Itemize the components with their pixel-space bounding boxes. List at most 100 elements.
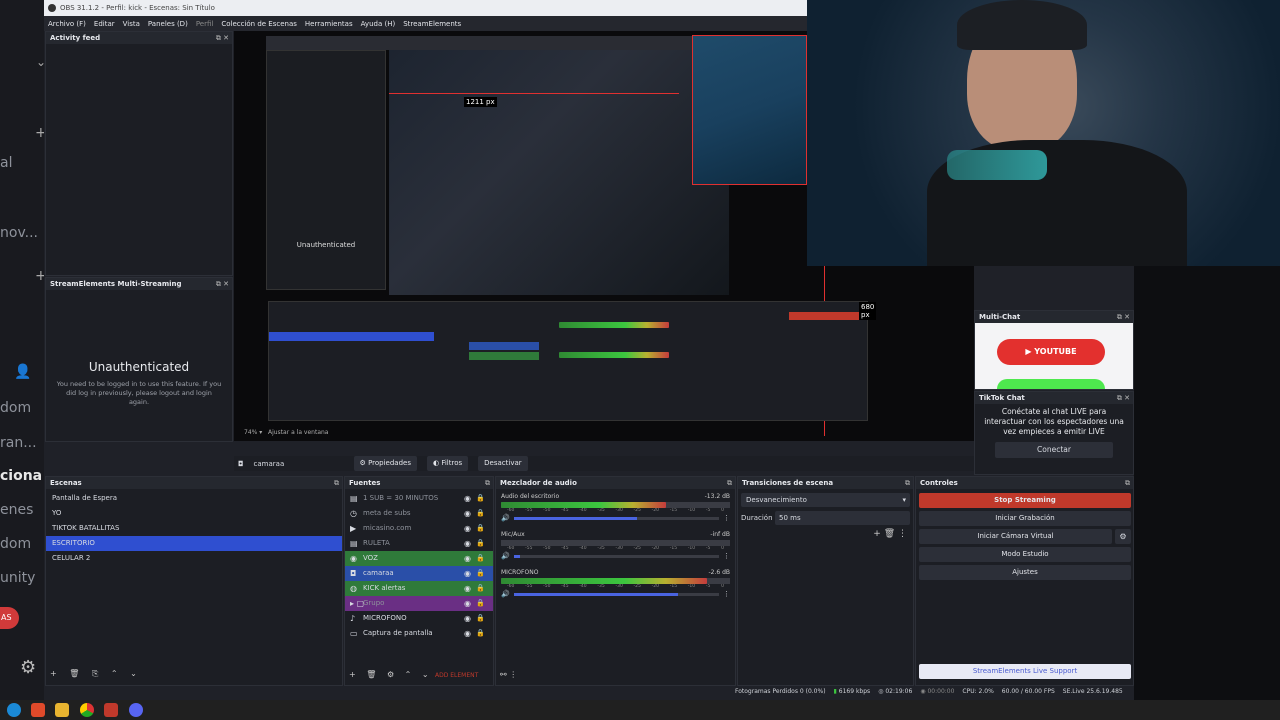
transition-toolbar[interactable]: + 🗑 ⋮ xyxy=(738,529,913,539)
dock-close-icon[interactable]: ⧉ ✕ xyxy=(216,32,229,44)
dock-float-icon[interactable]: ⧉ xyxy=(905,477,910,489)
scale-tick: -55 xyxy=(525,584,533,589)
visibility-icon[interactable]: ◉ xyxy=(464,626,471,641)
menu-icon[interactable]: ⋮ xyxy=(723,514,730,522)
volume-slider[interactable] xyxy=(513,516,719,520)
mixer-track: Audio del escritorio -13.2 dB -60 -55 -50 -45… xyxy=(501,493,730,523)
folder-icon[interactable] xyxy=(55,703,69,717)
menu-streamelements[interactable]: StreamElements xyxy=(403,20,461,28)
lock-icon[interactable]: 🔒 xyxy=(476,491,485,506)
unauthenticated-message: You need to be logged in to use this fea… xyxy=(56,380,222,406)
source-item[interactable]: ◉ VOZ ◉ 🔒 xyxy=(345,551,493,566)
source-item[interactable]: ♪ MICROFONO ◉ 🔒 xyxy=(345,611,493,626)
visibility-icon[interactable]: ◉ xyxy=(464,551,471,566)
add-user-icon[interactable]: 👤 xyxy=(14,364,31,380)
source-item[interactable]: ▤ 1 SUB = 30 MINUTOS ◉ 🔒 xyxy=(345,491,493,506)
dock-close-icon[interactable]: ⧉ ✕ xyxy=(1117,311,1130,323)
duration-input[interactable]: 50 ms xyxy=(775,511,910,525)
add-element-button[interactable]: ADD ELEMENT xyxy=(435,672,478,679)
properties-button[interactable]: ⚙ Propiedades xyxy=(353,456,417,471)
gear-icon[interactable]: ⚙ xyxy=(20,657,36,678)
source-item[interactable]: ▸ ▢ Grupo ◉ 🔒 xyxy=(345,596,493,611)
tiktok-connect-button[interactable]: Conectar xyxy=(995,442,1113,458)
source-toolbar[interactable]: + 🗑 ⚙ ⌃ ⌄ xyxy=(349,670,433,679)
bitrate-value: 6169 kbps xyxy=(838,687,871,695)
lock-icon[interactable]: 🔒 xyxy=(476,566,485,581)
lock-icon[interactable]: 🔒 xyxy=(476,626,485,641)
edge-icon[interactable] xyxy=(7,703,21,717)
source-item[interactable]: ◷ meta de subs ◉ 🔒 xyxy=(345,506,493,521)
deactivate-button[interactable]: Desactivar xyxy=(478,456,528,471)
brave-icon[interactable] xyxy=(31,703,45,717)
menu-perfil[interactable]: Perfil xyxy=(196,20,214,28)
volume-slider[interactable] xyxy=(513,554,719,558)
youtube-button[interactable]: ▶ YOUTUBE xyxy=(997,339,1105,365)
menu-icon[interactable]: ⋮ xyxy=(723,552,730,560)
scene-item[interactable]: Pantalla de Espera xyxy=(46,491,342,506)
transition-select[interactable]: Desvanecimiento ▾ xyxy=(741,493,910,507)
multichat-header: Multi-Chat ⧉ ✕ xyxy=(975,311,1133,323)
settings-button[interactable]: Ajustes xyxy=(919,565,1131,580)
menu-icon[interactable]: ⋮ xyxy=(723,590,730,598)
mixer-toolbar[interactable]: ⚯ ⋮ xyxy=(500,670,517,679)
speaker-icon[interactable]: 🔊 xyxy=(501,590,510,598)
speaker-icon[interactable]: 🔊 xyxy=(501,514,510,522)
live-support-button[interactable]: StreamElements Live Support xyxy=(919,664,1131,679)
lock-icon[interactable]: 🔒 xyxy=(476,506,485,521)
visibility-icon[interactable]: ◉ xyxy=(464,536,471,551)
visibility-icon[interactable]: ◉ xyxy=(464,596,471,611)
start-virtual-camera-button[interactable]: Iniciar Cámara Virtual xyxy=(919,529,1112,544)
lock-icon[interactable]: 🔒 xyxy=(476,521,485,536)
lock-icon[interactable]: 🔒 xyxy=(476,551,485,566)
volume-slider[interactable] xyxy=(513,592,719,596)
scene-item[interactable]: ESCRITORIO xyxy=(46,536,342,551)
visibility-icon[interactable]: ◉ xyxy=(464,491,471,506)
dock-float-icon[interactable]: ⧉ xyxy=(485,477,490,489)
menu-coleccion[interactable]: Colección de Escenas xyxy=(221,20,297,28)
visibility-icon[interactable]: ◉ xyxy=(464,611,471,626)
scene-toolbar[interactable]: + 🗑 ⎘ ⌃ ⌄ xyxy=(50,669,142,679)
lock-icon[interactable]: 🔒 xyxy=(476,611,485,626)
kick-button[interactable] xyxy=(997,379,1105,389)
visibility-icon[interactable]: ◉ xyxy=(464,566,471,581)
visibility-icon[interactable]: ◉ xyxy=(464,506,471,521)
source-item[interactable]: ◘ camaraa ◉ 🔒 xyxy=(345,566,493,581)
menu-paneles[interactable]: Paneles (D) xyxy=(148,20,188,28)
source-item[interactable]: ◍ KICK alertas ◉ 🔒 xyxy=(345,581,493,596)
visibility-icon[interactable]: ◉ xyxy=(464,521,471,536)
dock-close-icon[interactable]: ⧉ ✕ xyxy=(1117,392,1130,404)
dock-float-icon[interactable]: ⧉ xyxy=(727,477,732,489)
lock-icon[interactable]: 🔒 xyxy=(476,581,485,596)
scale-tick: -30 xyxy=(615,508,623,513)
menu-archivo[interactable]: Archivo (F) xyxy=(48,20,86,28)
menu-herramientas[interactable]: Herramientas xyxy=(305,20,353,28)
menu-editar[interactable]: Editar xyxy=(94,20,115,28)
scene-item[interactable]: YO xyxy=(46,506,342,521)
stop-streaming-button[interactable]: Stop Streaming xyxy=(919,493,1131,508)
strip-text: ran... xyxy=(0,435,37,451)
start-recording-button[interactable]: Iniciar Grabación xyxy=(919,511,1131,526)
studio-mode-button[interactable]: Modo Estudio xyxy=(919,547,1131,562)
chrome-icon[interactable] xyxy=(80,703,94,717)
scene-item[interactable]: CELULAR 2 xyxy=(46,551,342,566)
source-item[interactable]: ▤ RULETA ◉ 🔒 xyxy=(345,536,493,551)
speaker-icon[interactable]: 🔊 xyxy=(501,552,510,560)
gear-icon[interactable]: ⚙ xyxy=(1115,529,1131,544)
scene-item[interactable]: TIKTOK BATALLITAS xyxy=(46,521,342,536)
menu-vista[interactable]: Vista xyxy=(123,20,140,28)
source-item[interactable]: ▶ micasino.com ◉ 🔒 xyxy=(345,521,493,536)
filters-button[interactable]: ◐ Filtros xyxy=(427,456,469,471)
dock-float-icon[interactable]: ⧉ xyxy=(1125,477,1130,489)
app-icon[interactable] xyxy=(104,703,118,717)
obs-taskbar-icon[interactable] xyxy=(129,703,143,717)
visibility-icon[interactable]: ◉ xyxy=(464,581,471,596)
lock-icon[interactable]: 🔒 xyxy=(476,596,485,611)
source-item[interactable]: ▭ Captura de pantalla ◉ 🔒 xyxy=(345,626,493,641)
menu-ayuda[interactable]: Ayuda (H) xyxy=(361,20,396,28)
lock-icon[interactable]: 🔒 xyxy=(476,536,485,551)
fit-label[interactable]: Ajustar a la ventana xyxy=(268,429,329,436)
multistreaming-dock: StreamElements Multi-Streaming ⧉ ✕ Unauth… xyxy=(45,277,233,442)
transition-value: Desvanecimiento xyxy=(746,496,807,504)
dock-close-icon[interactable]: ⧉ ✕ xyxy=(216,278,229,290)
dock-float-icon[interactable]: ⧉ xyxy=(334,477,339,489)
